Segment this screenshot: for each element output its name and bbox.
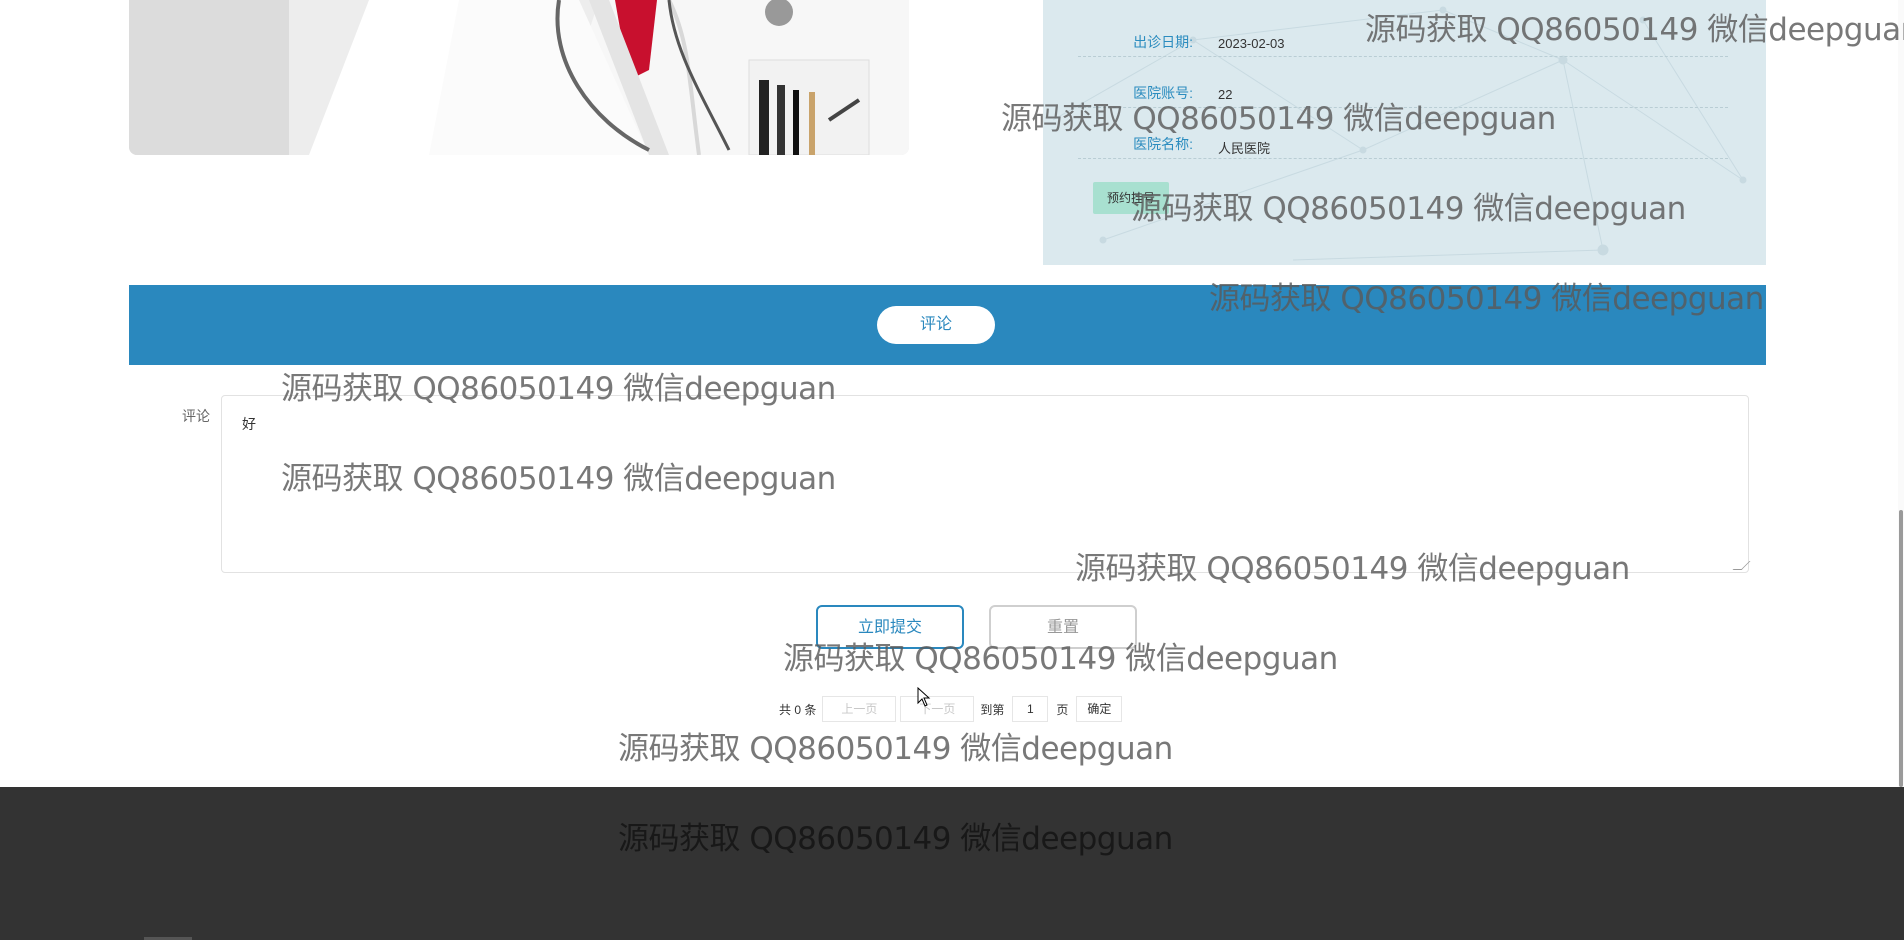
scrollbar-thumb[interactable] [1899, 510, 1903, 787]
appointment-button[interactable]: 预约挂号 [1093, 182, 1169, 214]
page-scrollbar[interactable] [1898, 0, 1904, 787]
comment-textarea[interactable]: 好 [221, 395, 1751, 573]
next-page-button[interactable]: 下一页 [900, 696, 975, 722]
visit-date-label: 出诊日期: [1133, 34, 1193, 50]
mouse-cursor-icon [917, 687, 931, 707]
hospital-account-label: 医院账号: [1133, 85, 1193, 101]
confirm-page-button[interactable]: 确定 [1076, 696, 1123, 722]
doctor-info-panel: 出诊日期: 2023-02-03 医院账号: 22 医院名称: 人民医院 预约挂… [1043, 0, 1766, 265]
submit-button[interactable]: 立即提交 [816, 605, 964, 649]
page-number-input[interactable]: 1 [1012, 696, 1049, 722]
hospital-account-value: 22 [1218, 87, 1233, 102]
prev-page-button[interactable]: 上一页 [822, 696, 897, 722]
resize-grip-icon[interactable] [1732, 561, 1751, 570]
goto-label: 到第 [980, 702, 1005, 717]
visit-date-value: 2023-02-03 [1218, 36, 1285, 51]
info-row-hospital-account: 医院账号: 22 [1078, 57, 1728, 108]
watermark: 源码获取 QQ86050149 微信deepguan [618, 731, 1173, 767]
pagination: 共 0 条 上一页 下一页 到第 1 页 确定 [775, 695, 1123, 723]
doctor-photo [129, 0, 909, 155]
info-row-hospital-name: 医院名称: 人民医院 [1078, 108, 1728, 159]
comment-tab[interactable]: 评论 [877, 306, 995, 344]
comment-text: 好 [242, 416, 256, 432]
footer [0, 787, 1904, 940]
page-unit-label: 页 [1056, 702, 1069, 717]
comment-field-label: 评论 [182, 408, 210, 424]
total-count: 共 0 条 [779, 702, 817, 717]
comment-header-bar: 评论 [129, 285, 1766, 365]
info-row-visit-date: 出诊日期: 2023-02-03 [1078, 6, 1728, 57]
hospital-name-label: 医院名称: [1133, 136, 1193, 152]
hospital-name-value: 人民医院 [1218, 141, 1271, 156]
reset-button[interactable]: 重置 [989, 605, 1137, 649]
